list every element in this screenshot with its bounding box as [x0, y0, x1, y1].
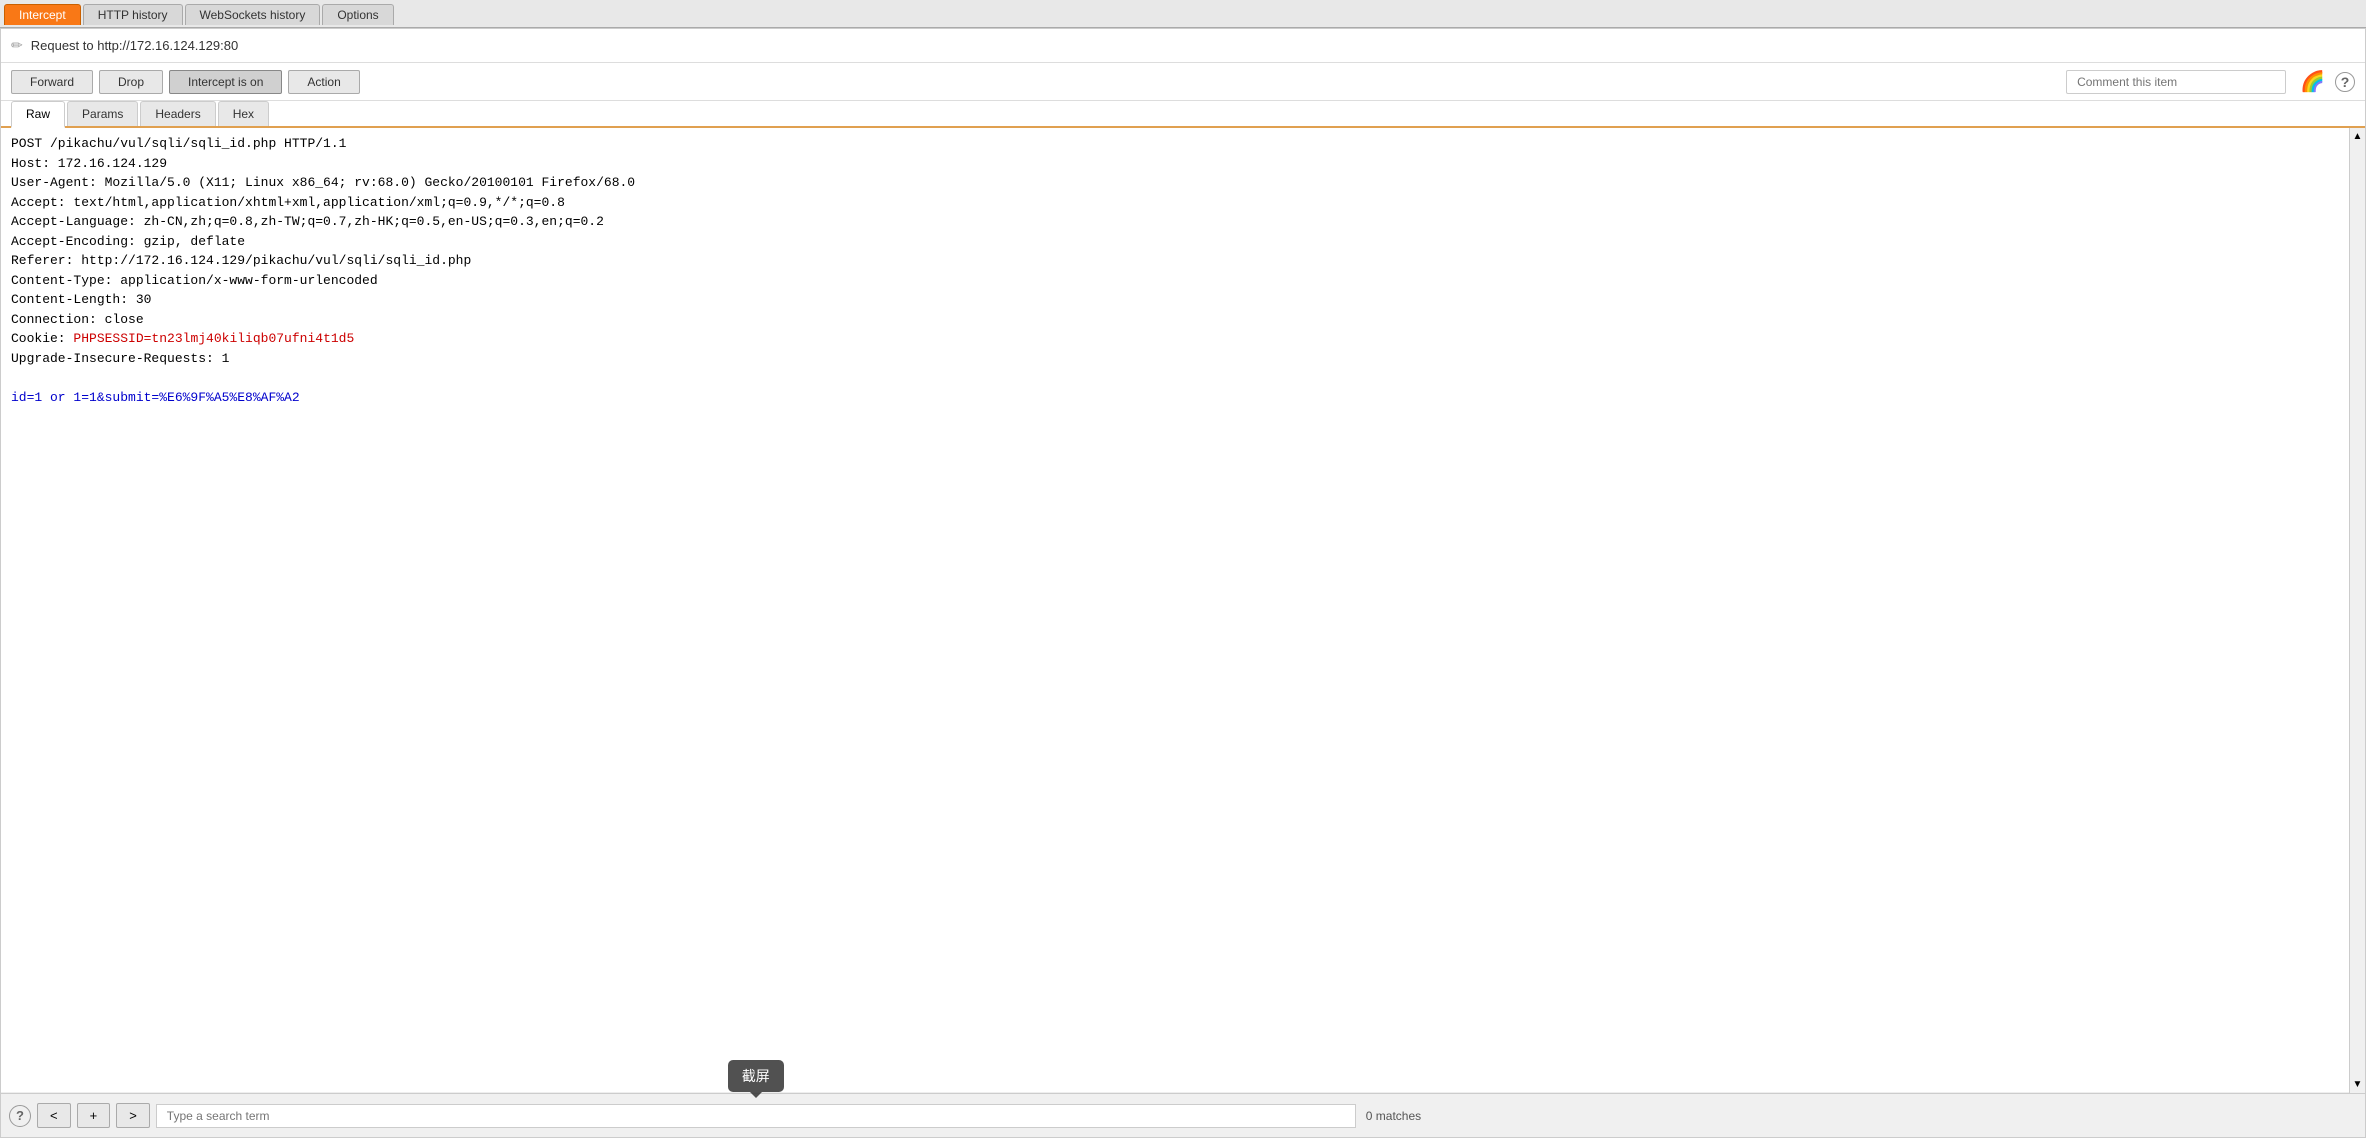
tab-http-history[interactable]: HTTP history — [83, 4, 183, 25]
search-input[interactable] — [156, 1104, 1356, 1128]
add-button[interactable]: + — [77, 1103, 111, 1128]
action-button[interactable]: Action — [288, 70, 359, 94]
toolbar: Forward Drop Intercept is on Action 🌈 ? — [1, 63, 2365, 101]
main-panel: ✏ Request to http://172.16.124.129:80 Fo… — [0, 28, 2366, 1138]
edit-icon: ✏ — [11, 37, 23, 54]
sub-tabs: Raw Params Headers Hex — [1, 101, 2365, 128]
req-line: User-Agent: Mozilla/5.0 (X11; Linux x86_… — [11, 175, 635, 190]
req-line: Accept: text/html,application/xhtml+xml,… — [11, 195, 565, 210]
sub-tab-headers[interactable]: Headers — [140, 101, 215, 126]
next-button[interactable]: > — [116, 1103, 150, 1128]
cookie-label: Cookie: — [11, 331, 73, 346]
body-params-text: id=1 or 1=1&submit=%E6%9F%A5%E8%AF%A2 — [11, 390, 300, 405]
req-line: Referer: http://172.16.124.129/pikachu/v… — [11, 253, 471, 268]
request-body[interactable]: POST /pikachu/vul/sqli/sqli_id.php HTTP/… — [1, 128, 2349, 1093]
req-line12: Upgrade-Insecure-Requests: 1 — [11, 351, 229, 366]
bottom-bar: ? < + > 截屏 0 matches — [1, 1093, 2365, 1137]
sub-tab-params[interactable]: Params — [67, 101, 138, 126]
req-line: Connection: close — [11, 312, 144, 327]
cookie-value: PHPSESSID=tn23lmj40kiliqb07ufni4t1d5 — [73, 331, 354, 346]
req-line: Accept-Encoding: gzip, deflate — [11, 234, 245, 249]
tab-options[interactable]: Options — [322, 4, 393, 25]
request-url: Request to http://172.16.124.129:80 — [31, 38, 238, 53]
request-info-bar: ✏ Request to http://172.16.124.129:80 — [1, 29, 2365, 63]
bottom-help-icon[interactable]: ? — [9, 1105, 31, 1127]
drop-button[interactable]: Drop — [99, 70, 163, 94]
intercept-button[interactable]: Intercept is on — [169, 70, 282, 94]
req-line: Content-Type: application/x-www-form-url… — [11, 273, 378, 288]
comment-input[interactable] — [2066, 70, 2286, 94]
scroll-up-icon[interactable]: ▲ — [2353, 128, 2363, 145]
scroll-down-icon[interactable]: ▼ — [2353, 1076, 2363, 1093]
sub-tab-hex[interactable]: Hex — [218, 101, 269, 126]
prev-button[interactable]: < — [37, 1103, 71, 1128]
sub-tab-raw[interactable]: Raw — [11, 101, 65, 128]
forward-button[interactable]: Forward — [11, 70, 93, 94]
burp-logo-icon: 🌈 — [2300, 69, 2325, 94]
matches-badge: 0 matches — [1366, 1109, 1421, 1123]
req-line: Accept-Language: zh-CN,zh;q=0.8,zh-TW;q=… — [11, 214, 604, 229]
scrollbar[interactable]: ▲ ▼ — [2349, 128, 2365, 1093]
help-icon[interactable]: ? — [2335, 72, 2355, 92]
tooltip-container: 截屏 — [156, 1104, 1356, 1128]
req-line: Content-Length: 30 — [11, 292, 151, 307]
tab-websockets-history[interactable]: WebSockets history — [185, 4, 321, 25]
tab-intercept[interactable]: Intercept — [4, 4, 81, 25]
req-line: Host: 172.16.124.129 — [11, 156, 167, 171]
tab-bar: Intercept HTTP history WebSockets histor… — [0, 0, 2366, 28]
req-line: POST /pikachu/vul/sqli/sqli_id.php HTTP/… — [11, 136, 346, 151]
